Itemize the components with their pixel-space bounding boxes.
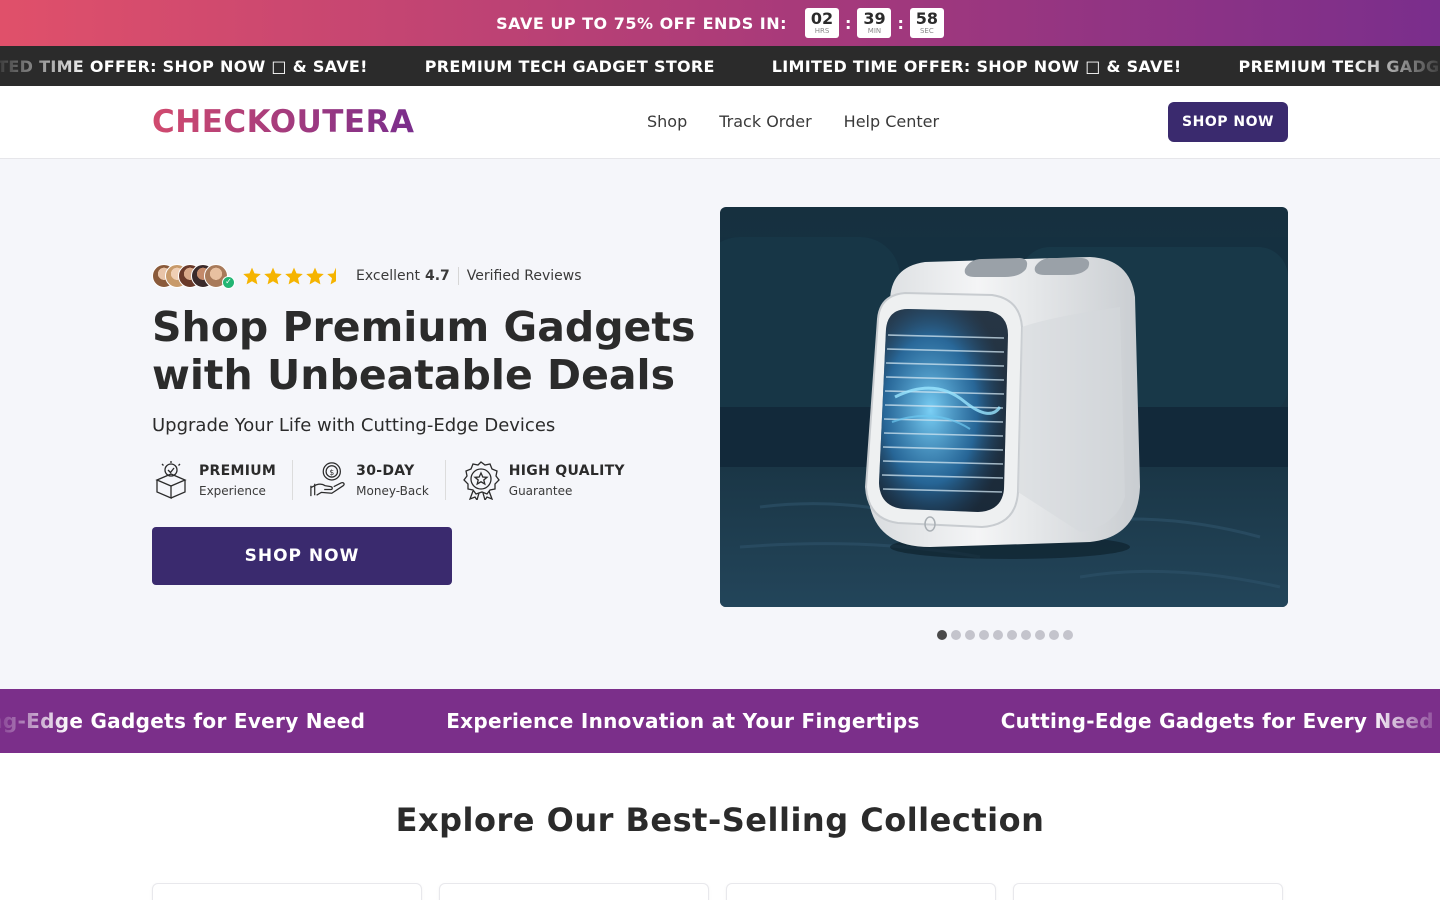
hero-shop-now-button[interactable]: SHOP NOW — [152, 527, 452, 585]
carousel-dot[interactable] — [1035, 630, 1045, 640]
carousel-dots — [937, 630, 1073, 640]
minutes-label: MIN — [867, 27, 882, 35]
gift-box-icon — [152, 459, 190, 501]
carousel-dot[interactable] — [937, 630, 947, 640]
feature-money-back: $ 30-DAY Money-Back — [309, 459, 429, 501]
product-card[interactable] — [1013, 883, 1283, 900]
nav-link-shop[interactable]: Shop — [647, 112, 687, 131]
ticker-fade-right — [1350, 46, 1440, 86]
ticker-fade-left — [0, 46, 90, 86]
feature-desc: Money-Back — [356, 483, 429, 498]
main-nav: Shop Track Order Help Center — [647, 112, 939, 131]
nav-link-track-order[interactable]: Track Order — [719, 112, 811, 131]
feature-title: 30-DAY — [356, 462, 415, 479]
carousel-dot[interactable] — [979, 630, 989, 640]
rating-row: ✓ Excellent 4.7 Verified Reviews — [152, 264, 582, 289]
carousel-dot[interactable] — [1049, 630, 1059, 640]
feature-desc: Guarantee — [508, 483, 573, 498]
award-badge-icon — [462, 459, 500, 501]
reviewer-avatars: ✓ — [152, 264, 236, 289]
marquee-item: Experience Innovation at Your Fingertips — [446, 709, 920, 733]
money-hand-icon: $ — [309, 459, 347, 501]
feature-title: PREMIUM — [199, 462, 277, 479]
announcement-ticker: LIMITED TIME OFFER: SHOP NOW □ & SAVE! P… — [0, 46, 1440, 86]
seconds-label: SEC — [919, 27, 934, 35]
star-icon — [306, 267, 324, 285]
carousel-dot[interactable] — [1021, 630, 1031, 640]
site-header: CHECKOUTERA Shop Track Order Help Center… — [0, 86, 1440, 159]
product-card[interactable] — [726, 883, 996, 900]
ticker-track: LIMITED TIME OFFER: SHOP NOW □ & SAVE! P… — [0, 46, 1440, 86]
countdown-banner: SAVE UP TO 75% OFF ENDS IN: 02 HRS : 39 … — [0, 0, 1440, 46]
product-card[interactable] — [152, 883, 422, 900]
nav-link-help-center[interactable]: Help Center — [844, 112, 939, 131]
carousel-dot[interactable] — [1063, 630, 1073, 640]
minutes-value: 39 — [863, 9, 886, 28]
time-separator: : — [845, 13, 852, 33]
hero-subtitle: Upgrade Your Life with Cutting-Edge Devi… — [152, 415, 556, 436]
hero-product-image[interactable] — [720, 207, 1288, 607]
marquee-fade-right — [1370, 689, 1440, 753]
verified-check-icon: ✓ — [222, 276, 235, 289]
feature-text: 30-DAY Money-Back — [356, 463, 429, 498]
collection-title: Explore Our Best-Selling Collection — [395, 801, 1045, 839]
feature-divider — [444, 460, 446, 500]
minutes-box: 39 MIN — [857, 8, 892, 38]
verified-reviews-label: Verified Reviews — [466, 268, 582, 284]
marquee-fade-left — [0, 689, 70, 753]
feature-desc: Experience — [199, 483, 266, 498]
star-icon — [264, 267, 282, 285]
feature-premium: PREMIUM Experience — [152, 459, 276, 501]
feature-list: PREMIUM Experience $ 30-DAY Money-Back H… — [152, 459, 625, 501]
half-star-icon — [327, 267, 336, 285]
collection-section: Explore Our Best-Selling Collection — [0, 753, 1440, 900]
air-cooler-illustration — [720, 207, 1288, 607]
svg-text:$: $ — [330, 468, 335, 477]
marquee-item: Cutting-Edge Gadgets for Every Need — [1000, 709, 1434, 733]
star-rating — [242, 266, 346, 286]
carousel-dot[interactable] — [1007, 630, 1017, 640]
hero-section: ✓ Excellent 4.7 Verified Reviews Shop Pr… — [0, 159, 1440, 689]
header-shop-now-button[interactable]: SHOP NOW — [1168, 102, 1288, 142]
seconds-box: 58 SEC — [909, 8, 944, 38]
carousel-dot[interactable] — [993, 630, 1003, 640]
hero-title: Shop Premium Gadgets with Unbeatable Dea… — [152, 303, 696, 399]
feature-divider — [292, 460, 294, 500]
carousel-dot[interactable] — [965, 630, 975, 640]
feature-text: PREMIUM Experience — [199, 463, 276, 498]
countdown-text: SAVE UP TO 75% OFF ENDS IN: — [496, 13, 788, 33]
ticker-item: LIMITED TIME OFFER: SHOP NOW □ & SAVE! — [771, 56, 1182, 76]
countdown-timer: 02 HRS : 39 MIN : 58 SEC — [805, 8, 944, 38]
seconds-value: 58 — [915, 9, 938, 28]
feature-title: HIGH QUALITY — [508, 462, 625, 479]
rating-divider — [457, 267, 459, 285]
star-icon — [243, 267, 261, 285]
rating-score: 4.7 — [424, 268, 450, 284]
feature-high-quality: HIGH QUALITY Guarantee — [462, 459, 625, 501]
time-separator: : — [897, 13, 904, 33]
feature-text: HIGH QUALITY Guarantee — [509, 463, 625, 498]
site-logo[interactable]: CHECKOUTERA — [152, 104, 414, 140]
star-icon — [285, 267, 303, 285]
hours-value: 02 — [810, 9, 834, 28]
hours-label: HRS — [814, 27, 830, 35]
promo-marquee: Cutting-Edge Gadgets for Every Need Expe… — [0, 689, 1440, 753]
rating-label: Excellent — [356, 268, 420, 284]
hours-box: 02 HRS — [805, 8, 840, 38]
carousel-dot[interactable] — [951, 630, 961, 640]
ticker-item: PREMIUM TECH GADGET STORE — [424, 56, 715, 76]
product-card[interactable] — [439, 883, 709, 900]
marquee-track: Cutting-Edge Gadgets for Every Need Expe… — [0, 689, 1440, 753]
